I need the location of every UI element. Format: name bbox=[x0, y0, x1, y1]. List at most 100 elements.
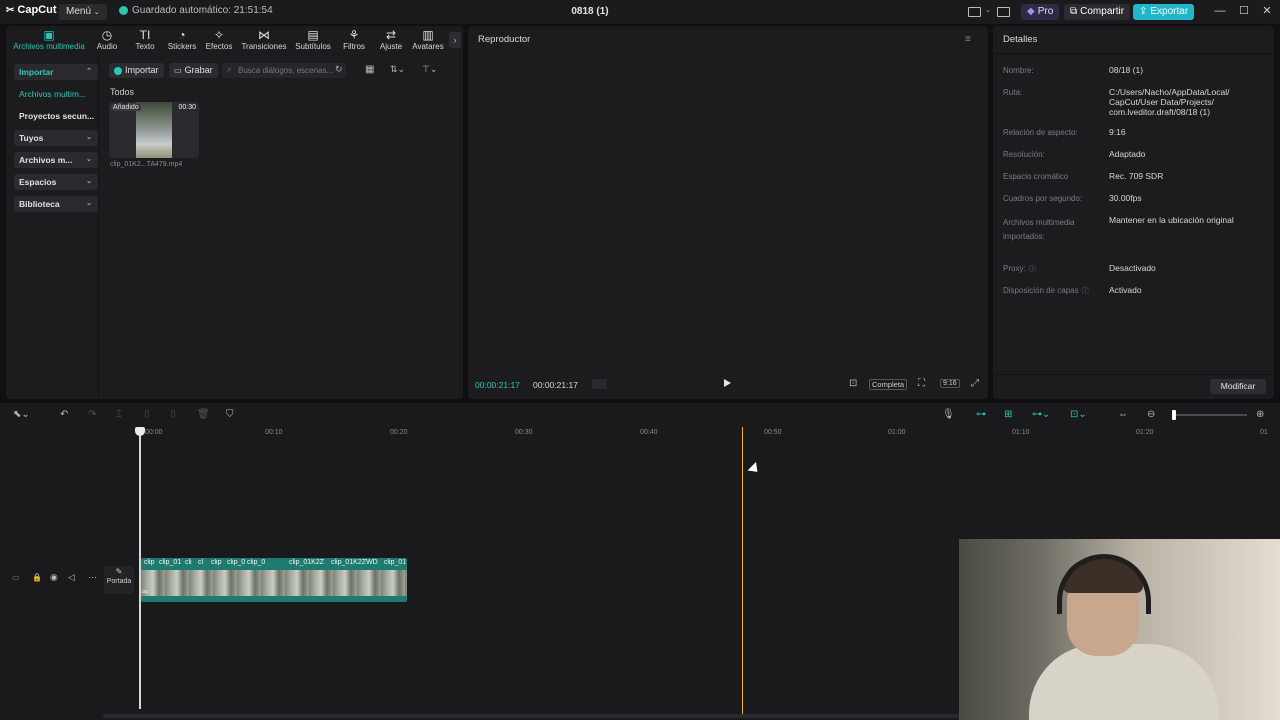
tab-transitions[interactable]: ⋈ Transiciones bbox=[240, 28, 288, 54]
track-checkbox-icon[interactable]: ▭ bbox=[12, 573, 20, 582]
menu-lines-icon[interactable]: ≡ bbox=[965, 34, 971, 45]
zoom-slider-handle[interactable] bbox=[1172, 410, 1176, 420]
detail-label: Nombre: bbox=[1003, 66, 1034, 75]
chevron-down-icon: ⌄ bbox=[86, 178, 92, 185]
redo-icon[interactable]: ↷ bbox=[88, 409, 96, 420]
chevron-down-icon[interactable]: ⌄ bbox=[985, 6, 991, 14]
tab-label: Filtros bbox=[343, 42, 365, 51]
playhead[interactable] bbox=[742, 427, 743, 717]
tab-avatars[interactable]: ▥ Avatares bbox=[411, 28, 445, 54]
sort-icon[interactable]: ⇅⌄ bbox=[390, 64, 405, 75]
horizontal-scrollbar[interactable] bbox=[103, 714, 963, 718]
delete-icon[interactable]: 🗑 bbox=[197, 409, 210, 420]
eye-icon[interactable]: ◉ bbox=[50, 572, 58, 583]
more-icon[interactable]: ⋯ bbox=[88, 572, 97, 583]
sidebar-item-spaces[interactable]: Espacios ⌄ bbox=[14, 174, 98, 190]
microphone-icon[interactable]: 🎙 bbox=[942, 409, 955, 420]
ruler-label: 00:50 bbox=[764, 429, 782, 436]
sidebar-item-library[interactable]: Biblioteca ⌄ bbox=[14, 196, 98, 212]
detail-value: Desactivado bbox=[1109, 263, 1156, 273]
tab-filters[interactable]: ⚘ Filtros bbox=[339, 28, 369, 54]
undo-icon[interactable]: ↶ bbox=[60, 409, 68, 420]
ruler-label: 01:10 bbox=[1012, 429, 1030, 436]
sidebar-item-yours[interactable]: Tuyos ⌄ bbox=[14, 130, 98, 146]
tab-subtitles[interactable]: ▤ Subtítulos bbox=[293, 28, 333, 54]
tab-effects[interactable]: ✧ Efectos bbox=[203, 28, 235, 54]
zoom-out-icon[interactable]: ⊖ bbox=[1147, 409, 1155, 420]
search-input[interactable]: Busca diálogos, escenas... bbox=[222, 63, 346, 78]
close-icon[interactable]: ✕ bbox=[1260, 4, 1274, 18]
split-left-icon[interactable]: ⌷ bbox=[144, 409, 150, 420]
chevron-down-icon: ⌄ bbox=[93, 9, 100, 16]
shield-icon[interactable]: ⛉ bbox=[226, 409, 234, 420]
linkage-icon[interactable]: ⊶⌄ bbox=[1032, 409, 1050, 420]
sidebar-item-media-m[interactable]: Archivos m... ⌄ bbox=[14, 152, 98, 168]
ratio-button[interactable]: 9:16 bbox=[940, 379, 960, 388]
export-button[interactable]: ⇪ Exportar bbox=[1133, 4, 1195, 20]
record-button[interactable]: ▭ Grabar bbox=[169, 63, 218, 78]
grid-view-icon[interactable]: ▦ bbox=[365, 64, 374, 75]
subtitles-icon: ▤ bbox=[307, 28, 319, 42]
sidebar-item-label: Importar bbox=[19, 67, 54, 77]
preview-axis-icon[interactable]: ⊡⌄ bbox=[1070, 409, 1087, 420]
detail-value: 9:16 bbox=[1109, 127, 1126, 137]
media-item[interactable]: Añadido 00:30 bbox=[109, 102, 199, 158]
sidebar-item-sub-projects[interactable]: Proyectos secun... bbox=[14, 108, 98, 124]
tab-label: Efectos bbox=[205, 42, 233, 51]
detail-value: Mantener en la ubicación original bbox=[1109, 215, 1234, 225]
select-tool-icon[interactable]: ⬉⌄ bbox=[13, 409, 30, 420]
filter-icon[interactable]: ⊤⌄ bbox=[422, 64, 437, 75]
crop-icon[interactable]: ⊡ bbox=[849, 378, 857, 389]
main-track-icon[interactable]: ⊞ bbox=[1004, 409, 1012, 420]
zoom-in-icon[interactable]: ⊕ bbox=[1256, 409, 1264, 420]
sidebar-item-media-files[interactable]: Archivos multim... bbox=[14, 86, 98, 102]
tab-text[interactable]: TI Texto bbox=[130, 28, 160, 54]
complete-button[interactable]: Completa bbox=[869, 379, 908, 390]
zoom-slider[interactable] bbox=[1172, 410, 1247, 420]
menu-button[interactable]: Menú ⌄ bbox=[59, 4, 107, 20]
fullscreen-icon[interactable]: ⤢ bbox=[971, 378, 979, 389]
clip-label: clip_0 bbox=[227, 559, 246, 566]
cover-button[interactable]: ✎ Portada bbox=[104, 566, 134, 594]
camera-icon: ▭ bbox=[174, 66, 182, 75]
detail-label: Resolución: bbox=[1003, 150, 1045, 159]
tab-adjust[interactable]: ⇄ Ajuste bbox=[376, 28, 406, 54]
clip-label: clip bbox=[211, 559, 222, 566]
fit-icon[interactable]: ⇔ bbox=[1118, 409, 1128, 420]
layout-icon[interactable] bbox=[968, 7, 981, 17]
detail-label: Archivos multimedia importados: bbox=[1003, 218, 1075, 241]
tab-label: Archivos multimedia bbox=[13, 42, 85, 51]
ruler-label: 01:20 bbox=[1136, 429, 1154, 436]
ruler-label: 00:10 bbox=[265, 429, 283, 436]
import-button[interactable]: Importar bbox=[109, 63, 164, 78]
refresh-icon[interactable]: ↻ bbox=[335, 64, 343, 75]
video-track[interactable]: clip clip_01 cli cl clip clip_0 clip_0 c… bbox=[141, 558, 407, 602]
link-magnet-icon[interactable]: ⊶ bbox=[976, 409, 986, 420]
detail-value: Adaptado bbox=[1109, 149, 1146, 159]
share-icon: ⧉ bbox=[1070, 6, 1078, 17]
detail-label: Cuadros por segundo: bbox=[1003, 194, 1083, 203]
maximize-icon[interactable]: ☐ bbox=[1237, 4, 1251, 18]
sidebar-item-import[interactable]: Importar ⌃ bbox=[14, 64, 98, 80]
import-label: Importar bbox=[125, 65, 159, 75]
tab-media[interactable]: ▣ Archivos multimedia bbox=[9, 28, 89, 54]
snapshot-icon[interactable]: ⛶ bbox=[918, 378, 925, 389]
chevron-right-icon[interactable]: › bbox=[449, 32, 461, 48]
volume-icon[interactable]: ◁ bbox=[68, 572, 75, 583]
split-icon[interactable]: ⌶ bbox=[116, 409, 122, 420]
minimize-icon[interactable]: — bbox=[1213, 4, 1227, 18]
export-icon: ⇪ bbox=[1139, 6, 1148, 17]
effects-icon: ✧ bbox=[213, 28, 225, 42]
tab-stickers[interactable]: ◔ Stickers bbox=[165, 28, 199, 54]
shortcuts-icon[interactable] bbox=[997, 7, 1010, 17]
split-right-icon[interactable]: ⌷ bbox=[170, 409, 176, 420]
modify-button[interactable]: Modificar bbox=[1210, 379, 1266, 394]
tab-audio[interactable]: ◷ Audio bbox=[92, 28, 122, 54]
timecode-toggle-icon[interactable] bbox=[592, 379, 607, 389]
pro-button[interactable]: ◆ Pro bbox=[1021, 4, 1060, 20]
detail-value: 08/18 (1) bbox=[1109, 65, 1144, 75]
share-button[interactable]: ⧉ Compartir bbox=[1064, 4, 1131, 20]
play-icon[interactable] bbox=[724, 379, 731, 387]
media-sidebar: Importar ⌃ Archivos multim... Proyectos … bbox=[6, 56, 99, 399]
lock-icon[interactable]: 🔒 bbox=[32, 573, 42, 582]
